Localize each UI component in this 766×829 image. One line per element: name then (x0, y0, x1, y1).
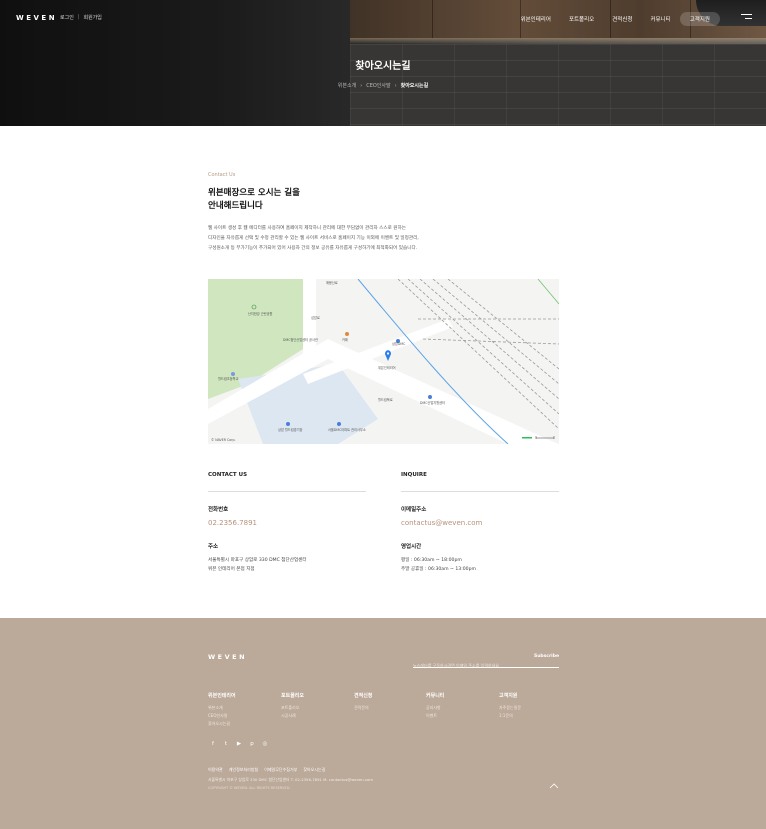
map-label-station: 상암DMC (392, 341, 406, 346)
phone-number[interactable]: 02.2356.7891 (208, 519, 257, 527)
footer-menu-title[interactable]: 고객지원 (499, 692, 569, 699)
pinterest-icon[interactable]: p (249, 741, 255, 747)
map-copyright: © NAVER Corp. (211, 438, 236, 442)
hours-line: 평일 : 06:30am ~ 18:00pm (401, 558, 462, 563)
footer-menu-community: 커뮤니티 공지사항 이벤트 (426, 692, 496, 720)
footer-copyright: COPYRIGHT © WEVEN. ALL RIGHTS RESERVED. (208, 786, 291, 790)
headline-line: 안내해드립니다 (208, 201, 263, 211)
description-line: 디자인을 자유롭게 선택 및 수정 관리할 수 있는 웹 사이트 서비스로 홈페… (208, 236, 419, 241)
map-label-apt: 서울DMC아파트 관리사무소 (328, 427, 366, 432)
nav-item-community[interactable]: 커뮤니티 (642, 15, 680, 23)
youtube-icon[interactable]: ▶ (236, 741, 242, 747)
nav-item-interior[interactable]: 위븐인테리어 (512, 15, 560, 23)
nav-item-portfolio[interactable]: 포트폴리오 (560, 15, 603, 23)
footer-menu-item[interactable]: 이벤트 (426, 712, 496, 720)
section-eyebrow: Contact Us (208, 172, 236, 178)
footer-menu-support: 고객지원 자주묻는질문 1:1문의 (499, 692, 569, 720)
footer-menu-portfolio: 포트폴리오 포트폴리오 시공사례 (281, 692, 351, 720)
breadcrumb-item[interactable]: 위븐소개 (338, 83, 356, 89)
footer-link[interactable]: 이용약관 (208, 767, 223, 773)
footer-link[interactable]: 이메일무단수집거부 (264, 767, 297, 773)
description-line: 구성원소개 등 부가기능이 추가되어 있어 사용자 간의 정보 공유를 자유롭게… (208, 246, 418, 251)
breadcrumb: 위븐소개 › CEO인사말 › 찾아오시는길 (337, 83, 429, 89)
map-label-school: 월드컵초등학교 (218, 376, 239, 381)
location-map[interactable]: 난지한강 근린공원 월드컵초등학교 DMC첨단산업센터 공사관 카페 상암DMC… (208, 279, 559, 444)
contact-title: CONTACT US (208, 472, 366, 492)
footer-menu-item[interactable]: 견적문의 (354, 704, 424, 712)
main-nav: 위븐인테리어 포트폴리오 견적신청 커뮤니티 고객지원 (512, 12, 720, 26)
hours-label: 영업시간 (401, 544, 422, 550)
inquire-title: INQUIRE (401, 472, 559, 492)
twitter-icon[interactable]: t (223, 741, 229, 747)
address-line: 위븐 인테리어 본점 지점 (208, 567, 255, 572)
description-line: 웹 사이트 생성 후 웹 에디터를 사용하여 홈페이지 제작하니 관리에 대한 … (208, 226, 406, 231)
footer-menu-estimate: 견적신청 견적문의 (354, 692, 424, 712)
address-label: 주소 (208, 544, 219, 550)
footer-menu-item[interactable]: 1:1문의 (499, 712, 569, 720)
hamburger-icon[interactable] (741, 14, 752, 20)
subscribe-button[interactable]: Subscribe (534, 654, 559, 659)
section-description: 웹 사이트 생성 후 웹 에디터를 사용하여 홈페이지 제작하니 관리에 대한 … (208, 224, 448, 254)
map-label-cafe: 카페 (342, 337, 348, 342)
email-address[interactable]: contactus@weven.com (401, 519, 482, 527)
footer-menu-title[interactable]: 포트폴리오 (281, 692, 351, 699)
footer-menu-item[interactable]: CEO인사말 (208, 712, 278, 720)
section-headline: 위븐매장으로 오시는 길을 안내해드립니다 (208, 187, 408, 213)
login-link[interactable]: 로그인 (60, 14, 74, 21)
footer-menu-interior: 위븐인테리어 위븐소개 CEO인사말 찾아오시는길 (208, 692, 278, 728)
footer-link[interactable]: 찾아오시는길 (303, 767, 325, 773)
instagram-icon[interactable]: ◎ (262, 741, 268, 747)
map-label-road: 매봉산로 (326, 280, 338, 285)
signup-link[interactable]: 회원가입 (84, 14, 102, 21)
footer-menu-item[interactable]: 위븐소개 (208, 704, 278, 712)
footer-address: 서울특별시 마포구 상암로 330 DMC 첨단산업센터 T. 02-2356-… (208, 777, 373, 782)
hours-line: 주말 공휴일 : 06:30am ~ 13:00pm (401, 567, 476, 572)
phone-label: 전화번호 (208, 507, 229, 513)
nav-item-estimate[interactable]: 견적신청 (603, 15, 641, 23)
footer-menu-title[interactable]: 위븐인테리어 (208, 692, 278, 699)
hours-text: 평일 : 06:30am ~ 18:00pm 주말 공휴일 : 06:30am … (401, 556, 476, 574)
social-links: f t ▶ p ◎ (210, 741, 268, 747)
breadcrumb-item[interactable]: CEO인사말 (366, 83, 390, 89)
page-title: 찾아오시는길 (355, 61, 411, 72)
map-label-building1: DMC첨단산업센터 공사관 (283, 337, 318, 342)
site-footer (0, 618, 766, 829)
inquire-column: INQUIRE (401, 472, 559, 492)
nav-item-support[interactable]: 고객지원 (679, 12, 720, 26)
address-line: 서울특별시 마포구 상암로 330 DMC 첨단산업센터 (208, 558, 307, 563)
footer-menu-title[interactable]: 커뮤니티 (426, 692, 496, 699)
footer-menu-item[interactable]: 공지사항 (426, 704, 496, 712)
footer-links: 이용약관 개인정보처리방침 이메일무단수집거부 찾아오시는길 (208, 767, 325, 773)
map-label-company: 위븐인테리어 (378, 365, 396, 370)
link-separator: | (77, 14, 80, 20)
map-label-office: DMC산업지원센터 (420, 400, 445, 405)
footer-logo[interactable]: WEVEN (208, 653, 247, 661)
footer-menu-title[interactable]: 견적신청 (354, 692, 424, 699)
site-logo[interactable]: WEVEN (16, 14, 57, 22)
contact-column: CONTACT US (208, 472, 366, 492)
footer-menu-item[interactable]: 자주묻는질문 (499, 704, 569, 712)
facebook-icon[interactable]: f (210, 741, 216, 747)
map-label-road: 성암로 (311, 315, 320, 320)
chevron-up-icon[interactable] (549, 783, 559, 789)
footer-menu-item[interactable]: 포트폴리오 (281, 704, 351, 712)
map-label-hall: 상암 월드컵경기장 (278, 427, 303, 432)
address-text: 서울특별시 마포구 상암로 330 DMC 첨단산업센터 위븐 인테리어 본점 … (208, 556, 307, 574)
newsletter-input[interactable] (413, 663, 523, 668)
footer-menu-item[interactable]: 찾아오시는길 (208, 720, 278, 728)
top-links: 로그인 | 회원가입 (60, 14, 102, 21)
footer-menu-item[interactable]: 시공사례 (281, 712, 351, 720)
newsletter-form: Subscribe (413, 652, 559, 668)
headline-line: 위븐매장으로 오시는 길을 (208, 188, 300, 198)
email-label: 이메일주소 (401, 507, 427, 513)
footer-link[interactable]: 개인정보처리방침 (229, 767, 258, 773)
map-label-road: 월드컵북로 (378, 397, 393, 402)
breadcrumb-current: 찾아오시는길 (400, 83, 429, 89)
map-label-park: 난지한강 근린공원 (248, 311, 273, 316)
map-canvas: 난지한강 근린공원 월드컵초등학교 DMC첨단산업센터 공사관 카페 상암DMC… (208, 279, 559, 444)
